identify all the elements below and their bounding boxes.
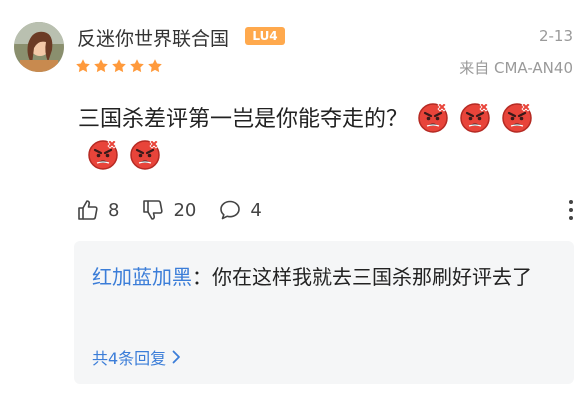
dislike-count: 20 [173,199,197,221]
reply-button[interactable]: 4 [218,198,262,222]
angry-face-emoji-icon [88,139,118,170]
angry-face-emoji-icon [502,102,532,133]
star-icon [130,59,144,73]
view-all-replies-link[interactable]: 共4条回复 [92,345,181,369]
user-avatar[interactable] [14,22,64,72]
user-level-badge: LU4 [245,27,285,45]
angry-face-emoji-icon [130,139,160,170]
angry-face-emoji-icon [460,102,490,133]
reply-item: 红加蓝加黑：你在这样我就去三国杀那刷好评去了 [92,259,562,295]
reply-separator: ： [192,265,212,289]
comment-username[interactable]: 反迷你世界联合国 [77,24,229,51]
chevron-right-icon [172,350,181,364]
thumbs-down-icon [143,200,164,220]
comment-content: 三国杀差评第一岂是你能夺走的？ [78,100,568,174]
star-icon [112,59,126,73]
angry-face-emoji-icon [418,102,448,133]
comment-text: 三国杀差评第一岂是你能夺走的？ [78,107,409,132]
star-icon [94,59,108,73]
comment-actions: 8 20 4 [76,196,284,224]
reply-text: 你在这样我就去三国杀那刷好评去了 [212,265,532,289]
like-button[interactable]: 8 [76,198,119,222]
comment-bubble-icon [220,200,241,220]
thumbs-up-icon [78,200,98,220]
more-options-button[interactable] [567,198,575,226]
reply-count: 4 [250,199,262,221]
like-count: 8 [108,199,120,221]
more-vertical-icon [569,200,573,220]
comment-date: 2-13 [538,27,573,45]
star-rating [75,58,163,74]
dislike-button[interactable]: 20 [141,198,196,222]
star-icon [76,59,90,73]
view-all-replies-label: 共4条回复 [92,349,167,368]
reply-author[interactable]: 红加蓝加黑 [92,265,192,289]
reply-preview-box[interactable]: 红加蓝加黑：你在这样我就去三国杀那刷好评去了 共4条回复 [74,241,574,384]
star-icon [148,59,162,73]
comment-device: 来自 CMA-AN40 [459,59,573,77]
